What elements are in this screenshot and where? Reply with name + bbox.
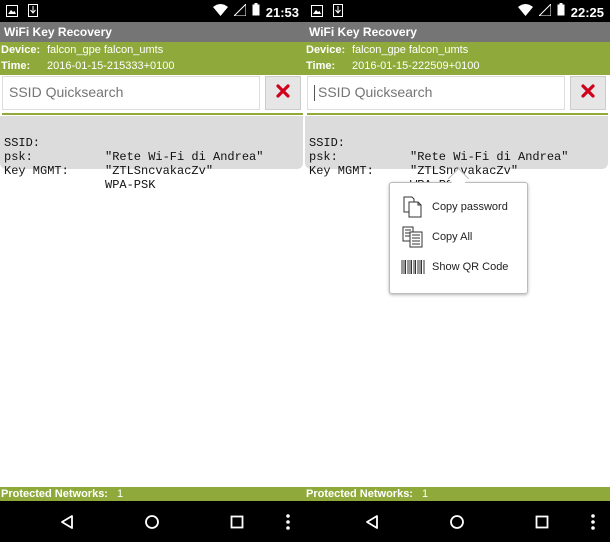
- menu-item-copy-all[interactable]: Copy All: [390, 223, 527, 251]
- phone-screen-left: 21:53 WiFi Key Recovery Device: falcon_g…: [0, 0, 305, 542]
- home-icon[interactable]: [445, 511, 469, 533]
- menu-item-label: Copy password: [432, 201, 508, 213]
- battery-icon: [557, 3, 565, 21]
- phone-screen-right: 22:25 WiFi Key Recovery Device: falcon_g…: [305, 0, 610, 542]
- search-input[interactable]: [318, 84, 558, 100]
- network-card[interactable]: SSID: "Rete Wi-Fi di Andrea" psk: "ZTLSn…: [0, 116, 303, 192]
- network-card[interactable]: SSID: "Rete Wi-Fi di Andrea" psk: "ZTLSn…: [305, 116, 608, 192]
- ssid-value: "Rete Wi-Fi di Andrea": [105, 150, 264, 164]
- status-time: 21:53: [265, 4, 299, 20]
- copy-icon: [400, 195, 426, 219]
- signal-icon: [232, 2, 247, 21]
- menu-item-label: Copy All: [432, 231, 473, 243]
- menu-item-show-qr-code[interactable]: Show QR Code: [390, 253, 527, 281]
- more-icon[interactable]: [276, 511, 300, 533]
- status-time: 22:25: [570, 4, 604, 20]
- download-icon: [28, 4, 38, 22]
- close-icon: [581, 83, 595, 103]
- download-icon: [333, 4, 343, 22]
- image-icon: [6, 4, 18, 22]
- key-mgmt-value: WPA-PSK: [105, 178, 156, 192]
- device-value: falcon_gpe falcon_umts: [352, 44, 469, 56]
- device-info: Device: falcon_gpe falcon_umts Time: 201…: [0, 42, 305, 75]
- protected-networks-count: 1: [422, 488, 429, 500]
- back-icon[interactable]: [55, 511, 79, 533]
- more-icon[interactable]: [581, 511, 605, 533]
- signal-icon: [537, 2, 552, 21]
- time-label: Time:: [1, 60, 31, 72]
- image-icon: [311, 4, 323, 22]
- protected-networks-label: Protected Networks:: [306, 488, 413, 500]
- battery-icon: [252, 3, 260, 21]
- status-bar: 22:25: [305, 0, 610, 22]
- status-bar: 21:53: [0, 0, 305, 22]
- wifi-icon: [212, 3, 228, 21]
- navigation-bar: [305, 501, 610, 542]
- clear-search-button[interactable]: [265, 76, 301, 110]
- device-value: falcon_gpe falcon_umts: [47, 44, 164, 56]
- menu-item-copy-password[interactable]: Copy password: [390, 193, 527, 221]
- navigation-bar: [0, 501, 305, 542]
- back-icon[interactable]: [360, 511, 384, 533]
- footer-bar: Protected Networks: 1: [0, 487, 305, 501]
- device-info: Device: falcon_gpe falcon_umts Time: 201…: [305, 42, 610, 75]
- device-label: Device:: [1, 44, 41, 56]
- key-mgmt-key: Key MGMT:: [4, 164, 69, 178]
- barcode-icon: [400, 255, 426, 279]
- search-input[interactable]: [9, 84, 249, 100]
- device-label: Device:: [306, 44, 346, 56]
- time-label: Time:: [306, 60, 336, 72]
- protected-networks-count: 1: [117, 488, 124, 500]
- text-cursor: [314, 85, 315, 101]
- wifi-icon: [517, 3, 533, 21]
- divider: [307, 113, 608, 115]
- time-value: 2016-01-15-215333+0100: [47, 60, 175, 72]
- context-menu: Copy password Copy All Show QR Code: [389, 182, 528, 294]
- protected-networks-label: Protected Networks:: [1, 488, 108, 500]
- psk-value: "ZTLSncvakacZv": [105, 164, 214, 178]
- app-title: WiFi Key Recovery: [305, 22, 610, 42]
- menu-item-label: Show QR Code: [432, 261, 509, 273]
- search-box[interactable]: [2, 76, 260, 110]
- close-icon: [276, 83, 290, 103]
- clear-search-button[interactable]: [570, 76, 606, 110]
- time-value: 2016-01-15-222509+0100: [352, 60, 480, 72]
- copy-all-icon: [400, 225, 426, 249]
- recents-icon[interactable]: [530, 511, 554, 533]
- home-icon[interactable]: [140, 511, 164, 533]
- divider: [2, 113, 303, 115]
- app-title: WiFi Key Recovery: [0, 22, 305, 42]
- footer-bar: Protected Networks: 1: [305, 487, 610, 501]
- search-box[interactable]: [307, 76, 565, 110]
- recents-icon[interactable]: [225, 511, 249, 533]
- key-mgmt-key: Key MGMT:: [309, 164, 374, 178]
- ssid-value: "Rete Wi-Fi di Andrea": [410, 150, 569, 164]
